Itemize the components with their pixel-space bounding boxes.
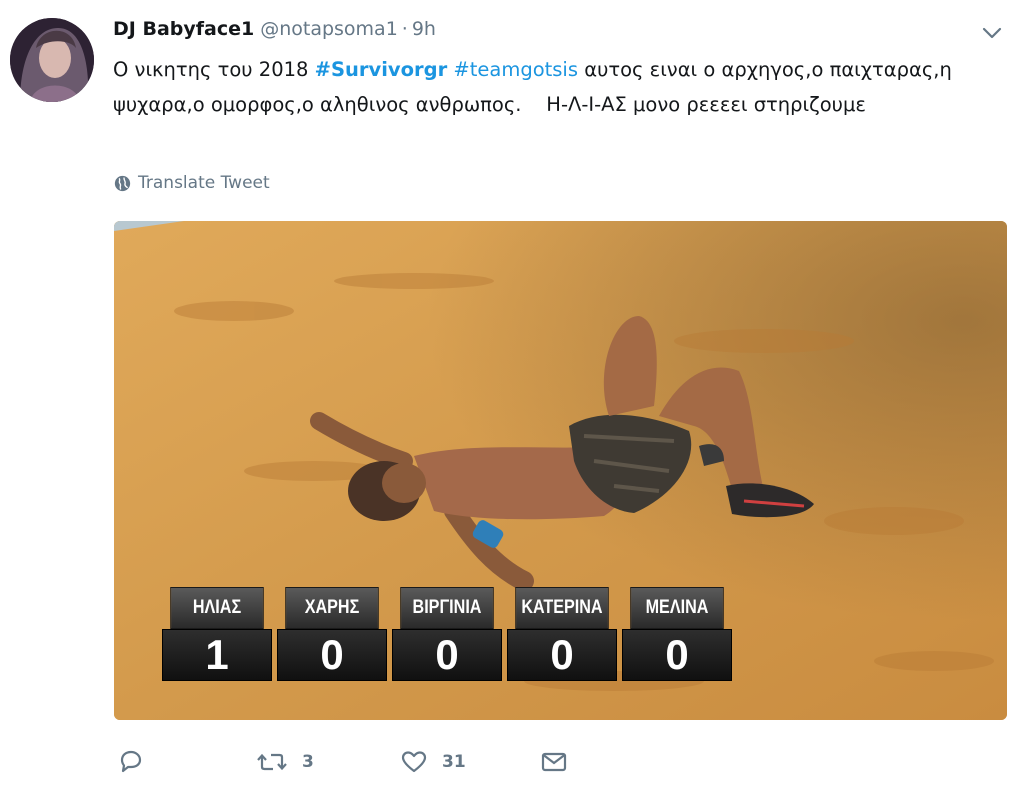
timestamp[interactable]: 9h [412,18,436,40]
score-card: ΜΕΛΙΝΑ 0 [622,587,732,681]
contestant-score: 0 [277,629,387,681]
hashtag-link[interactable]: #Survivorgr [315,58,448,81]
display-name[interactable]: DJ Babyface1 [113,18,254,40]
contestant-score: 0 [622,629,732,681]
user-handle[interactable]: @notapsoma1 [260,18,398,40]
globe-icon [114,175,131,191]
hashtag-link[interactable]: #teamgotsis [453,58,578,81]
direct-message-button[interactable] [540,748,568,776]
scoreboard: ΗΛΙΑΣ 1 ΧΑΡΗΣ 0 ΒΙΡΓΙΝΙΑ 0 ΚΑΤΕΡΙΝΑ 0 ΜΕ… [162,587,732,681]
contestant-score: 0 [507,629,617,681]
avatar[interactable] [10,18,94,102]
contestant-name: ΧΑΡΗΣ [285,587,379,629]
reply-icon [120,750,142,773]
contestant-name: ΗΛΙΑΣ [170,587,264,629]
chevron-down-icon[interactable] [980,24,1004,42]
tweet-header: DJ Babyface1 @notapsoma1 · 9h [113,18,436,46]
score-card: ΒΙΡΓΙΝΙΑ 0 [392,587,502,681]
separator-dot: · [401,18,408,40]
translate-tweet-button[interactable]: Translate Tweet [114,173,270,193]
retweet-icon [257,753,287,771]
heart-icon [401,751,427,773]
score-card: ΧΑΡΗΣ 0 [277,587,387,681]
contestant-name: ΜΕΛΙΝΑ [630,587,724,629]
avatar-image [10,18,94,102]
score-card: ΗΛΙΑΣ 1 [162,587,272,681]
translate-label: Translate Tweet [138,173,270,193]
like-button[interactable]: 31 [400,748,466,776]
score-card: ΚΑΤΕΡΙΝΑ 0 [507,587,617,681]
contestant-name: ΚΑΤΕΡΙΝΑ [515,587,609,629]
tweet-media[interactable]: ΗΛΙΑΣ 1 ΧΑΡΗΣ 0 ΒΙΡΓΙΝΙΑ 0 ΚΑΤΕΡΙΝΑ 0 ΜΕ… [114,221,1007,720]
retweet-button[interactable]: 3 [256,748,314,776]
reply-button[interactable] [116,748,144,776]
like-count: 31 [442,752,466,772]
tweet-text: Ο νικητης του 2018 #Survivorgr #teamgots… [113,52,1013,122]
retweet-count: 3 [302,752,314,772]
tweet-actions: 3 31 [116,748,716,780]
contestant-score: 0 [392,629,502,681]
envelope-icon [541,752,567,772]
contestant-score: 1 [162,629,272,681]
contestant-name: ΒΙΡΓΙΝΙΑ [400,587,494,629]
tweet-text-part: Ο νικητης του 2018 [113,58,315,81]
